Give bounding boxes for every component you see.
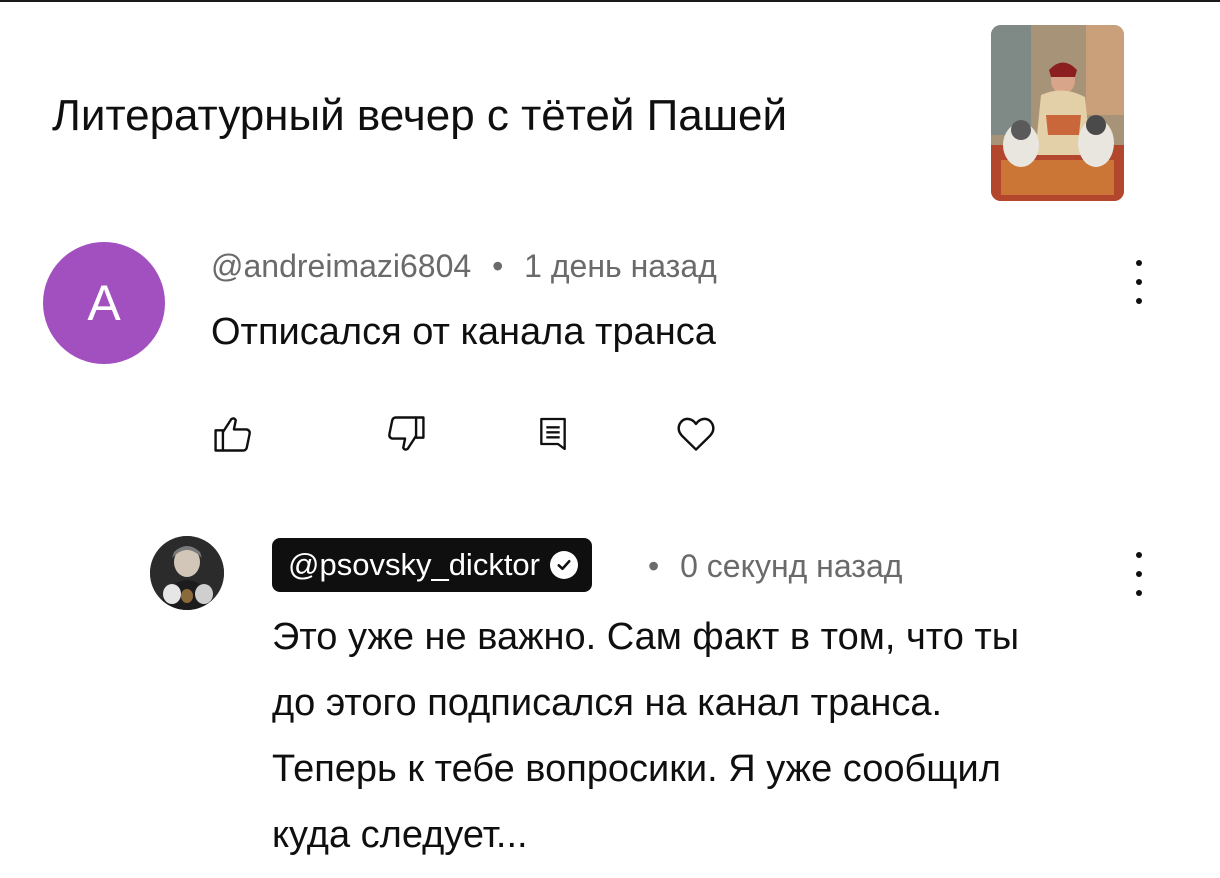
more-icon [1136, 552, 1142, 558]
video-title[interactable]: Литературный вечер с тётей Пашей [52, 88, 787, 144]
reply-text-line: куда следует... [272, 814, 528, 856]
comment-meta: @andreimazi6804 • 1 день назад [211, 246, 717, 286]
reply-button[interactable] [525, 406, 581, 462]
reply-icon [540, 417, 566, 451]
meta-separator: • [492, 248, 504, 284]
dislike-icon [388, 416, 425, 451]
reply-text-line: Теперь к тебе вопросики. Я уже сообщил [272, 748, 1001, 790]
reply-author-pill[interactable]: @psovsky_dicktor [272, 538, 592, 592]
like-button[interactable] [205, 406, 261, 462]
like-icon [214, 417, 251, 452]
reply-avatar[interactable] [150, 536, 224, 610]
verified-icon [550, 551, 578, 579]
reply-menu-button[interactable] [1132, 552, 1146, 596]
heart-button[interactable] [668, 406, 724, 462]
comment-menu-button[interactable] [1132, 260, 1146, 304]
reply-text-line: до этого подписался на канал транса. [272, 682, 943, 724]
reply-meta: • 0 секунд назад [648, 546, 902, 586]
reply-time: 0 секунд назад [680, 548, 903, 584]
avatar[interactable]: A [43, 242, 165, 364]
dislike-button[interactable] [378, 406, 434, 462]
comment-author[interactable]: @andreimazi6804 [211, 248, 471, 284]
top-border [0, 0, 1220, 2]
reply-author: @psovsky_dicktor [288, 547, 540, 582]
heart-icon [677, 417, 715, 451]
meta-separator: • [648, 548, 660, 584]
comment-text: Отписался от канала транса [211, 311, 716, 353]
avatar-letter: A [87, 275, 121, 331]
more-icon [1136, 260, 1142, 266]
video-thumbnail[interactable] [991, 25, 1124, 201]
reply-text: Это уже не важно. Сам факт в том, что ты… [272, 604, 1172, 868]
reply-text-line: Это уже не важно. Сам факт в том, что ты [272, 616, 1020, 658]
comment-time: 1 день назад [524, 248, 717, 284]
